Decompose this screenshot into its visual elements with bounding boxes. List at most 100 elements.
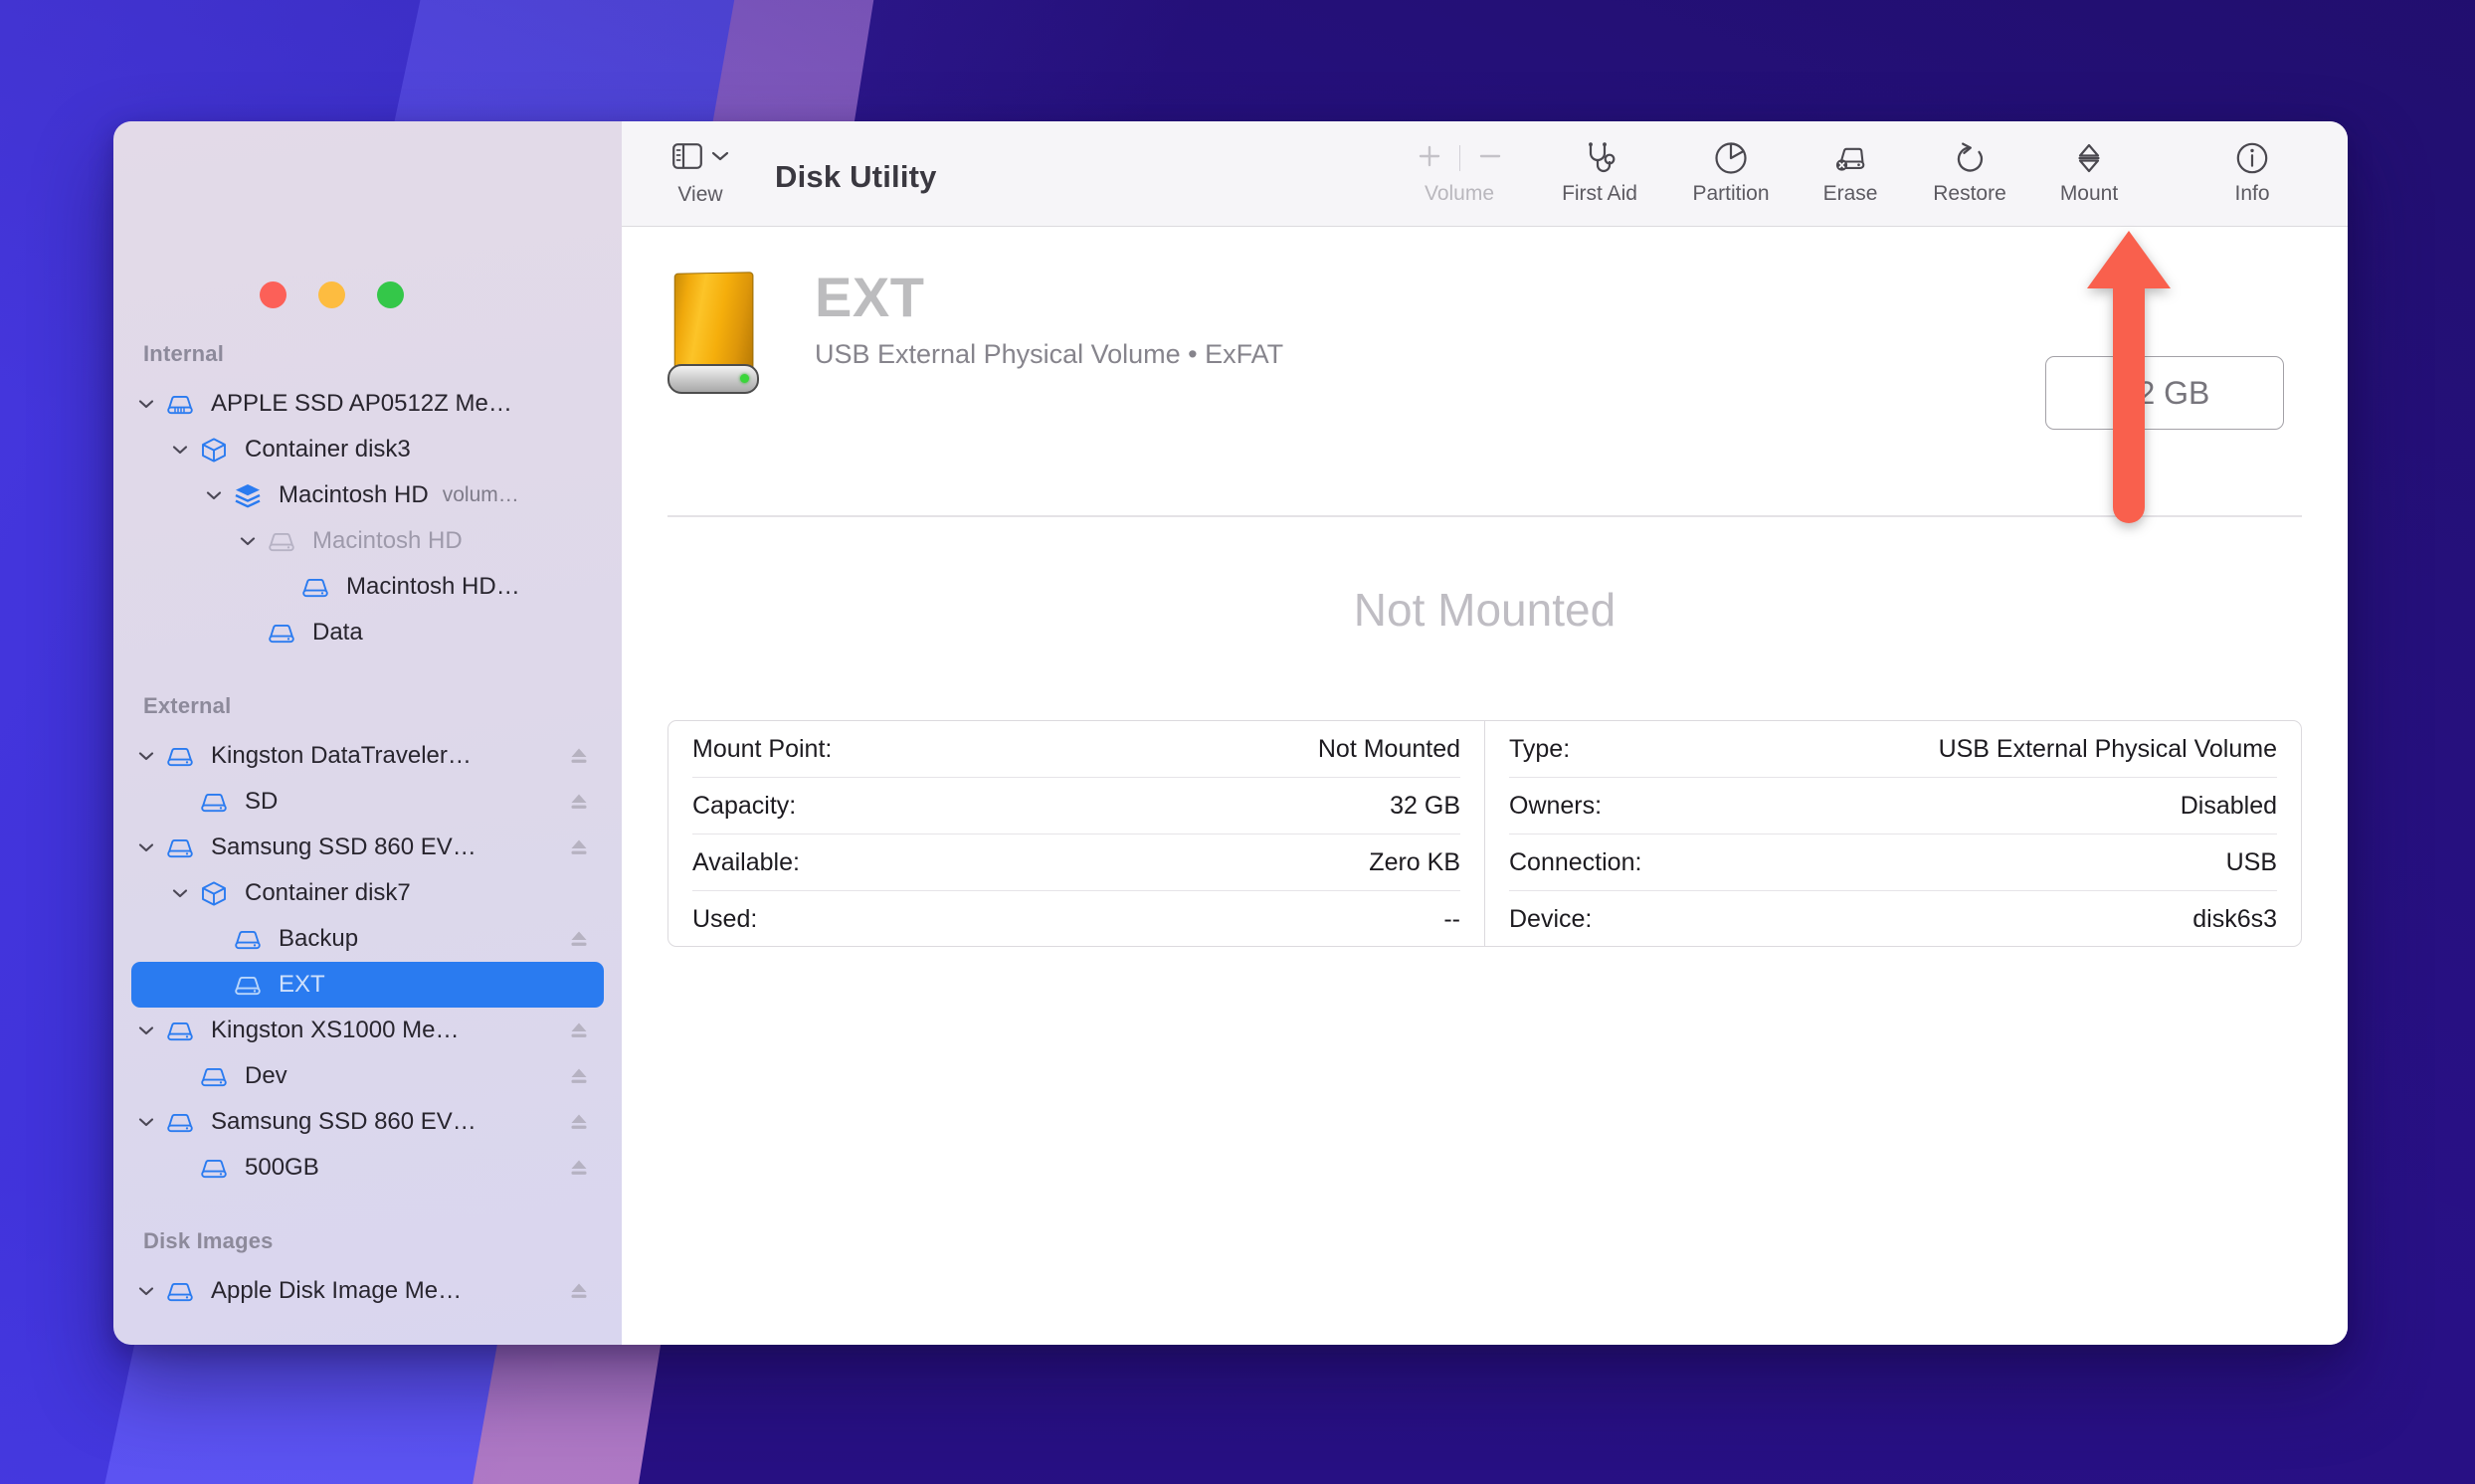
chevron-down-icon[interactable]: [165, 444, 195, 456]
info-label: Info: [2234, 182, 2269, 206]
sidebar-item-sd[interactable]: SD: [131, 779, 604, 825]
erase-button[interactable]: Erase: [1797, 137, 1904, 206]
toolbar-divider: [1459, 145, 1460, 171]
info-row: Capacity:32 GB: [692, 778, 1460, 835]
sidebar-item-label: Container disk3: [233, 436, 411, 464]
eject-icon[interactable]: [568, 1157, 590, 1179]
sidebar-item-500gb[interactable]: 500GB: [131, 1145, 604, 1191]
sidebar-item-macintosh-hd[interactable]: Macintosh HD…: [131, 564, 604, 610]
info-value: Not Mounted: [1318, 735, 1460, 764]
sidebar-item-data[interactable]: Data: [131, 610, 604, 655]
external-drive-icon: [161, 743, 199, 769]
eject-icon[interactable]: [568, 745, 590, 767]
info-value: USB External Physical Volume: [1939, 735, 2277, 764]
header-divider: [667, 515, 2302, 517]
chevron-down-icon[interactable]: [131, 1285, 161, 1297]
info-value: Disabled: [2181, 792, 2277, 821]
mount-button[interactable]: Mount: [2035, 137, 2143, 206]
volume-icon: [229, 972, 267, 998]
stethoscope-icon: [1580, 137, 1619, 179]
info-column-right: Type: USB External Physical Volume Owners:…: [1484, 721, 2301, 946]
sidebar-list: Internal APPLE SSD AP0512Z Me… Container d…: [113, 121, 622, 1345]
volume-icon: [296, 574, 334, 600]
sidebar-item-label: Kingston DataTraveler…: [199, 742, 472, 770]
info-row: Type: USB External Physical Volume: [1509, 721, 2277, 778]
sidebar-item-apple-ssd-ap0512z-me[interactable]: APPLE SSD AP0512Z Me…: [131, 381, 604, 427]
info-row: Available:Zero KB: [692, 835, 1460, 891]
sidebar: Internal APPLE SSD AP0512Z Me… Container d…: [113, 121, 622, 1345]
sidebar-item-label: Samsung SSD 860 EV…: [199, 834, 476, 861]
toolbar-right: Volume First Aid: [1385, 121, 2348, 206]
eject-icon[interactable]: [568, 791, 590, 813]
sidebar-item-label: Backup: [267, 925, 358, 953]
eject-icon[interactable]: [568, 836, 590, 858]
sidebar-item-macintosh-hd[interactable]: Macintosh HD: [131, 518, 604, 564]
volume-icon: [195, 1063, 233, 1089]
eject-icon[interactable]: [568, 1065, 590, 1087]
sidebar-item-label: Macintosh HD: [267, 481, 429, 509]
view-label: View: [677, 183, 722, 207]
sidebar-item-container-disk3[interactable]: Container disk3: [131, 427, 604, 472]
sidebar-toggle-icon[interactable]: [672, 143, 702, 174]
sidebar-item-label: Macintosh HD…: [334, 573, 520, 601]
volume-header: EXT USB External Physical Volume • ExFAT: [667, 269, 1283, 394]
volume-name: EXT: [815, 269, 1283, 327]
sidebar-item-macintosh-hd[interactable]: Macintosh HDvolum…: [131, 472, 604, 518]
disk-utility-window: Internal APPLE SSD AP0512Z Me… Container d…: [113, 121, 2348, 1345]
restore-button[interactable]: Restore: [1904, 137, 2035, 206]
sidebar-item-kingston-datatraveler[interactable]: Kingston DataTraveler…: [131, 733, 604, 779]
chevron-down-icon[interactable]: [199, 489, 229, 501]
volume-control: Volume: [1385, 137, 1534, 206]
info-value: Zero KB: [1369, 848, 1460, 877]
sidebar-item-backup[interactable]: Backup: [131, 916, 604, 962]
sidebar-item-ext[interactable]: EXT: [131, 962, 604, 1008]
info-row: Connection:USB: [1509, 835, 2277, 891]
mount-status-message: Not Mounted: [622, 583, 2348, 637]
info-button[interactable]: Info: [2198, 137, 2306, 206]
erase-label: Erase: [1823, 182, 1878, 206]
main-pane: View Disk Utility: [622, 121, 2348, 1345]
toolbar: View Disk Utility: [622, 121, 2348, 227]
info-key: Capacity:: [692, 792, 796, 821]
info-row: Mount Point: Not Mounted: [692, 721, 1460, 778]
eject-icon[interactable]: [568, 1111, 590, 1133]
info-key: Type:: [1509, 735, 1570, 764]
capacity-badge-text: 32 GB: [2120, 375, 2210, 412]
chevron-down-icon[interactable]: [165, 887, 195, 899]
eject-icon[interactable]: [568, 928, 590, 950]
sidebar-item-label: APPLE SSD AP0512Z Me…: [199, 390, 512, 418]
detail-content: EXT USB External Physical Volume • ExFAT…: [622, 227, 2348, 1345]
external-drive-icon: [161, 1278, 199, 1304]
chevron-down-icon[interactable]: [131, 398, 161, 410]
external-drive-image-icon: [667, 273, 759, 394]
eject-icon[interactable]: [568, 1280, 590, 1302]
sidebar-item-label: Container disk7: [233, 879, 411, 907]
eject-icon[interactable]: [568, 1020, 590, 1041]
sidebar-item-dev[interactable]: Dev: [131, 1053, 604, 1099]
view-button[interactable]: View: [658, 137, 743, 207]
chevron-down-icon[interactable]: [131, 750, 161, 762]
info-key: Mount Point:: [692, 735, 832, 764]
volume-group-icon: [229, 481, 267, 509]
info-value: --: [1443, 905, 1460, 934]
chevron-down-icon[interactable]: [131, 841, 161, 853]
sidebar-item-label: Macintosh HD: [300, 527, 463, 555]
sidebar-item-kingston-xs1000-me[interactable]: Kingston XS1000 Me…: [131, 1008, 604, 1053]
sidebar-item-label: Samsung SSD 860 EV…: [199, 1108, 476, 1136]
chevron-down-icon[interactable]: [131, 1116, 161, 1128]
sidebar-item-samsung-ssd-860-ev[interactable]: Samsung SSD 860 EV…: [131, 1099, 604, 1145]
info-row: Device:disk6s3: [1509, 891, 2277, 948]
sidebar-section-header: External: [113, 655, 622, 733]
info-key: Owners:: [1509, 792, 1602, 821]
partition-button[interactable]: Partition: [1665, 137, 1797, 206]
sidebar-item-apple-disk-image-me[interactable]: Apple Disk Image Me…: [131, 1268, 604, 1314]
chevron-down-icon[interactable]: [131, 1024, 161, 1036]
sidebar-item-container-disk7[interactable]: Container disk7: [131, 870, 604, 916]
chevron-down-icon[interactable]: [233, 535, 263, 547]
sidebar-item-samsung-ssd-860-ev[interactable]: Samsung SSD 860 EV…: [131, 825, 604, 870]
volume-icon: [195, 1155, 233, 1181]
sidebar-section-header: Internal: [113, 333, 622, 381]
first-aid-button[interactable]: First Aid: [1534, 137, 1665, 206]
first-aid-label: First Aid: [1562, 182, 1637, 206]
chevron-down-icon[interactable]: [711, 149, 729, 167]
